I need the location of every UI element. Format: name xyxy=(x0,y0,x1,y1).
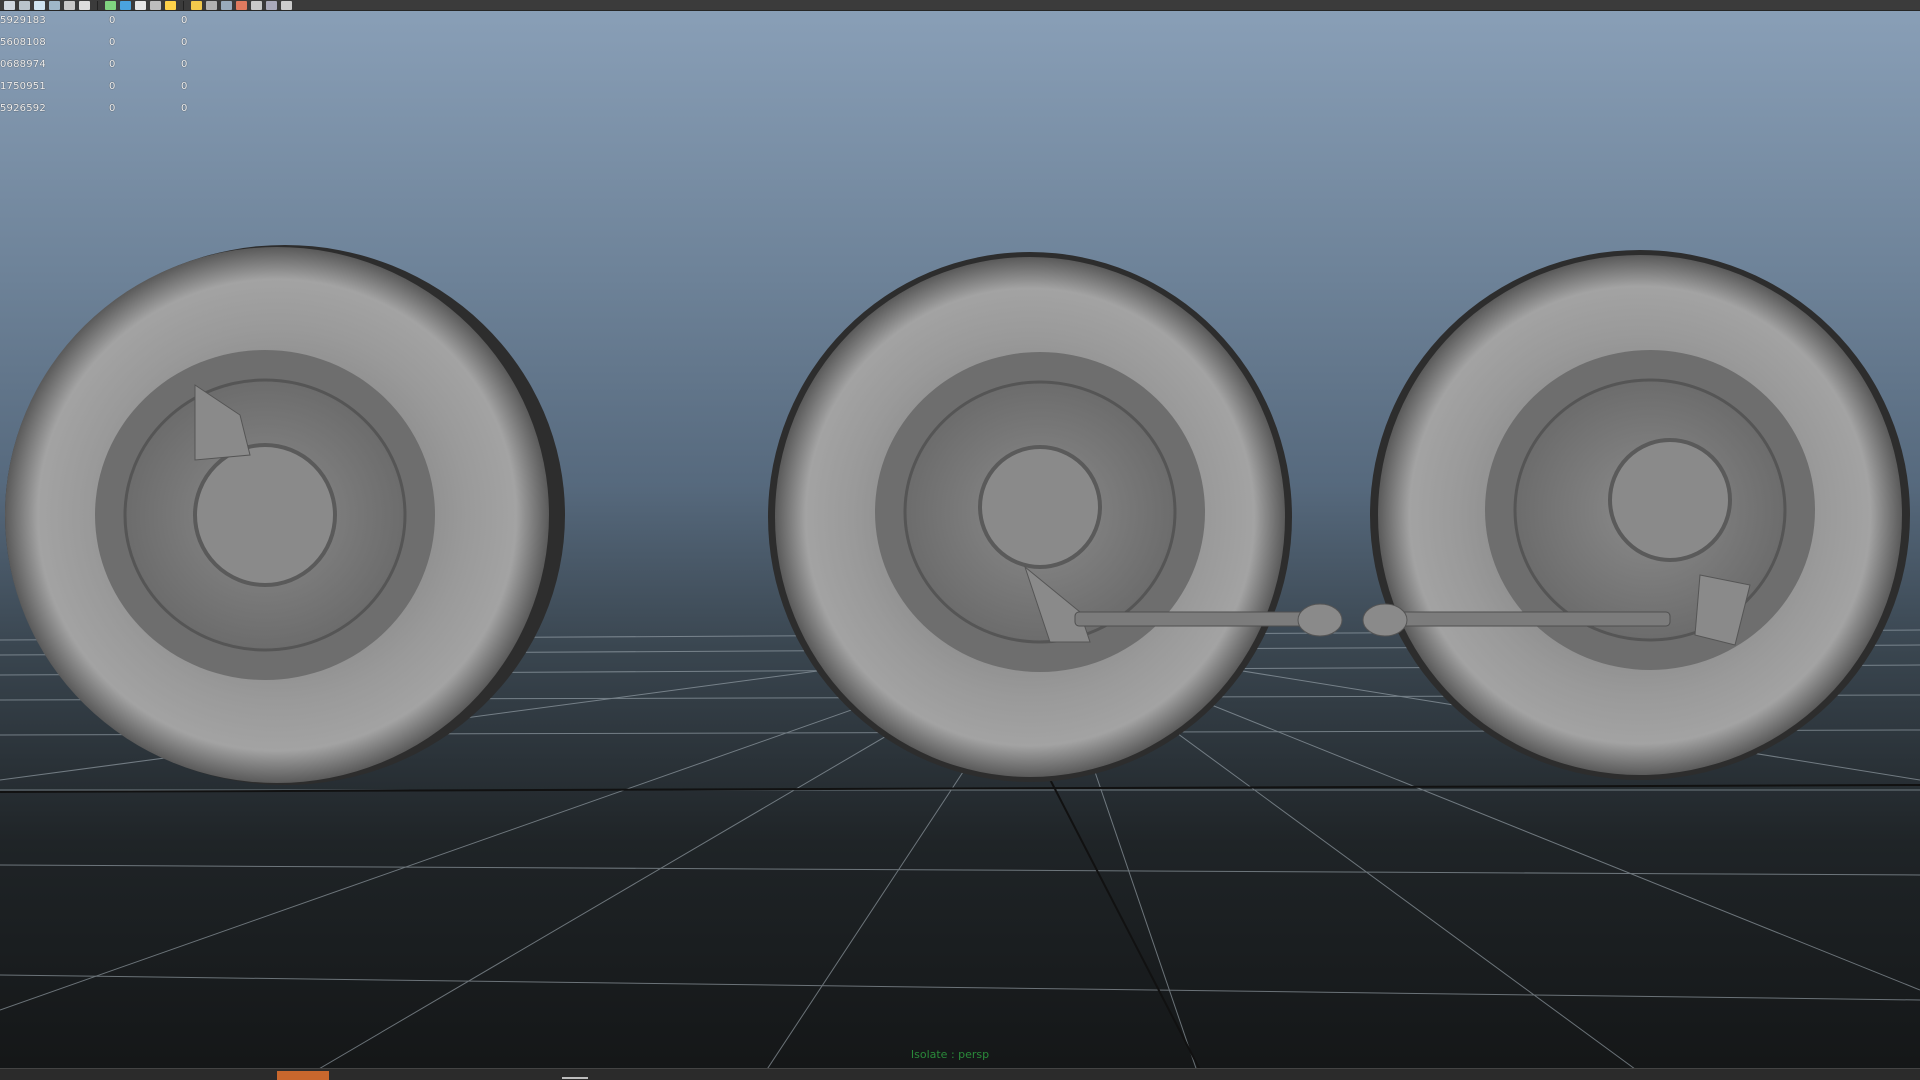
camera-label: Isolate : persp xyxy=(910,1048,990,1061)
wheel-left xyxy=(5,245,565,785)
wheel-center xyxy=(768,252,1292,782)
3d-viewport[interactable]: 5929183 0 0 5608108 0 0 0688974 0 0 1750951 0 0 5926… xyxy=(0,0,1920,1080)
time-slider[interactable] xyxy=(0,1068,1920,1080)
wheel-right xyxy=(1370,250,1910,780)
time-slider-marker[interactable] xyxy=(277,1071,329,1080)
scene-render[interactable] xyxy=(0,0,1920,1080)
time-slider-tick xyxy=(562,1077,588,1079)
